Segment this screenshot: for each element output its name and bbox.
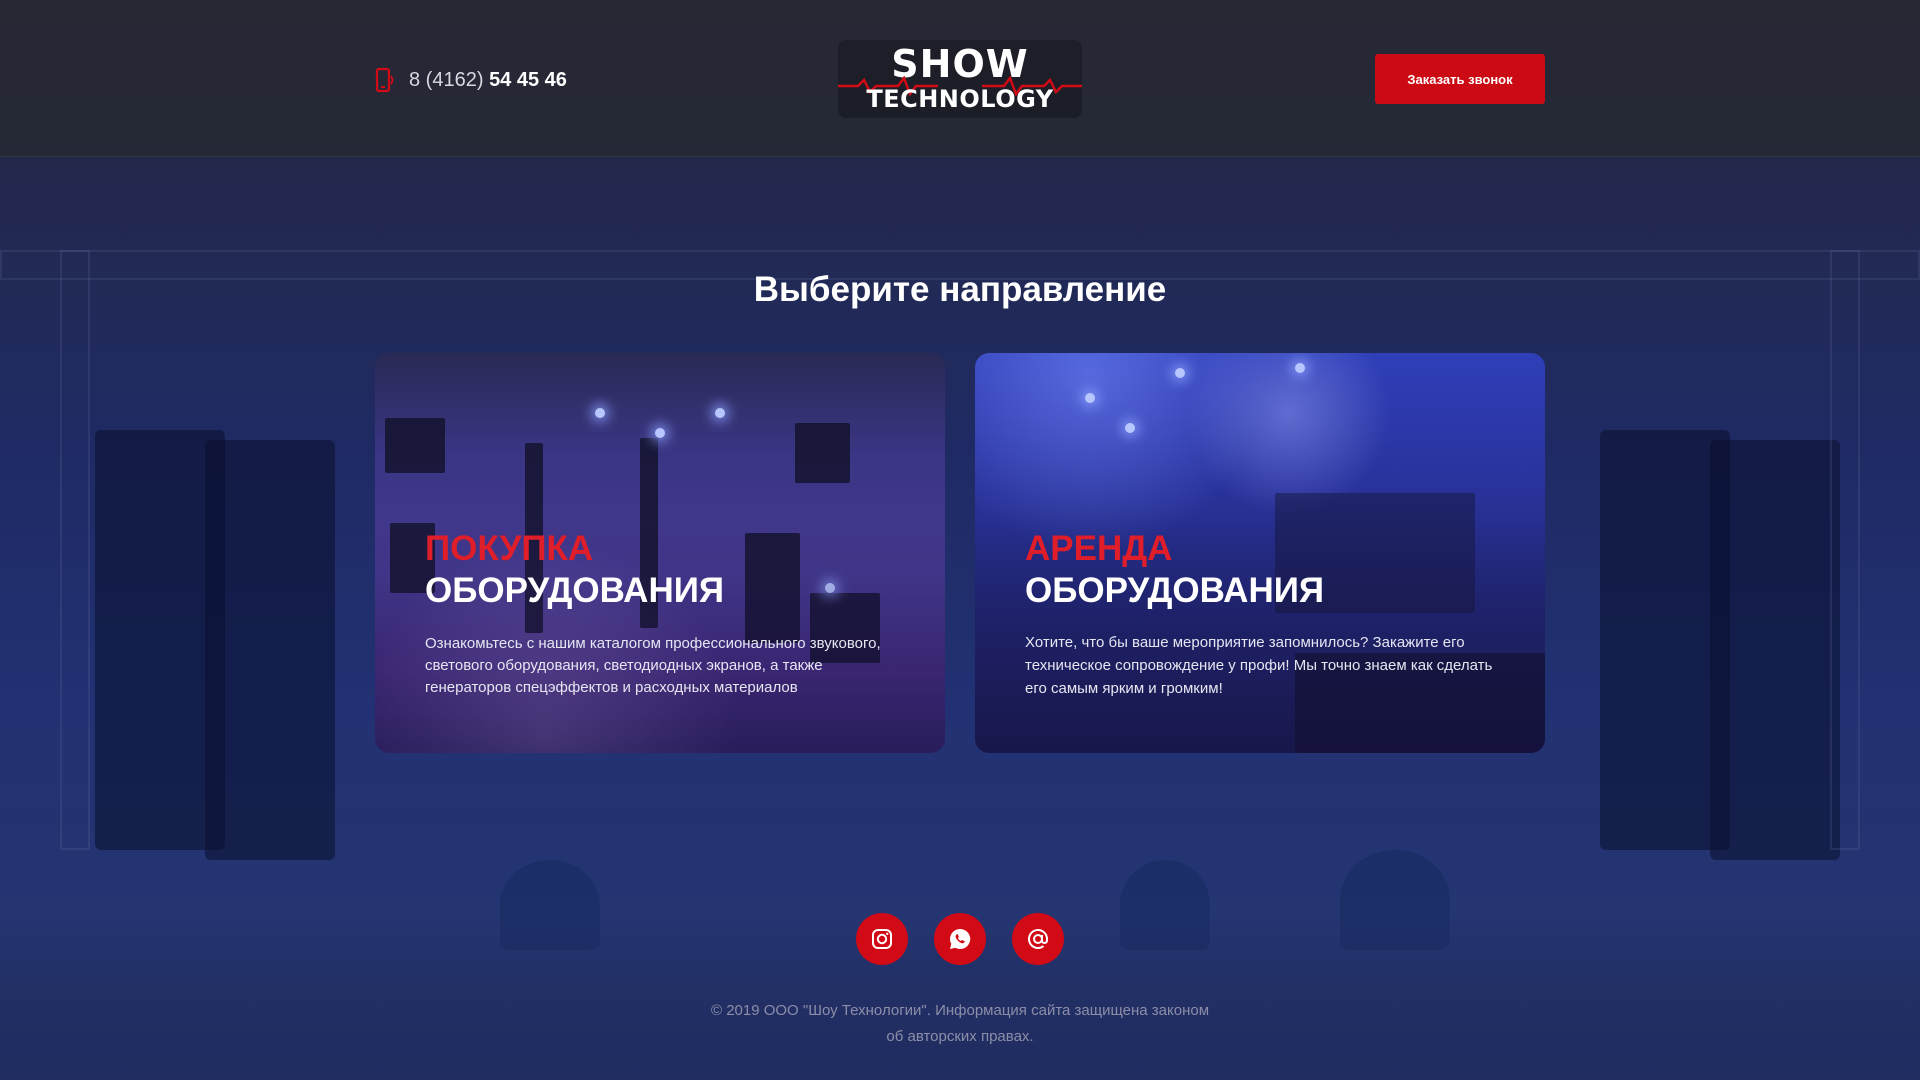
copyright-line-2: об авторских правах. — [886, 1028, 1034, 1045]
phone-prefix: 8 (4162) — [409, 68, 484, 91]
whatsapp-icon — [950, 928, 971, 949]
page-title: Выберите направление — [753, 270, 1167, 309]
phone-contact[interactable]: 8 (4162) 54 45 46 — [375, 66, 567, 94]
card-accent-title: АРЕНДА — [1025, 529, 1173, 568]
card-rent-equipment[interactable]: АРЕНДА ОБОРУДОВАНИЯ Хотите, что бы ваше … — [975, 353, 1545, 753]
copyright-line-1: © 2019 ООО "Шоу Технологии". Информация … — [710, 1002, 1210, 1019]
card-description: Хотите, что бы ваше мероприятие запомнил… — [1025, 634, 1493, 697]
phone-icon — [375, 67, 395, 93]
instagram-link[interactable] — [856, 913, 908, 965]
site-header: 8 (4162) 54 45 46 SHOW TECHNOLOGY Заказа… — [0, 0, 1920, 157]
social-links — [856, 913, 1064, 965]
footer-copyright: © 2019 ООО "Шоу Технологии". Информация … — [0, 998, 1920, 1050]
order-call-button[interactable]: Заказать звонок — [1375, 54, 1545, 104]
logo-text-technology: TECHNOLOGY — [866, 85, 1054, 113]
logo[interactable]: SHOW TECHNOLOGY — [838, 40, 1082, 118]
email-link[interactable] — [1012, 913, 1064, 965]
instagram-icon — [872, 929, 892, 949]
card-title: ОБОРУДОВАНИЯ — [425, 571, 725, 610]
card-description: Ознакомьтесь с нашим каталогом профессио… — [425, 635, 881, 696]
card-purchase-equipment[interactable]: ПОКУПКА ОБОРУДОВАНИЯ Ознакомьтесь с наши… — [375, 353, 945, 753]
phone-number: 54 45 46 — [489, 68, 567, 91]
card-accent-title: ПОКУПКА — [425, 529, 594, 568]
card-title: ОБОРУДОВАНИЯ — [1025, 571, 1325, 610]
email-icon — [1028, 928, 1048, 949]
whatsapp-link[interactable] — [934, 913, 986, 965]
